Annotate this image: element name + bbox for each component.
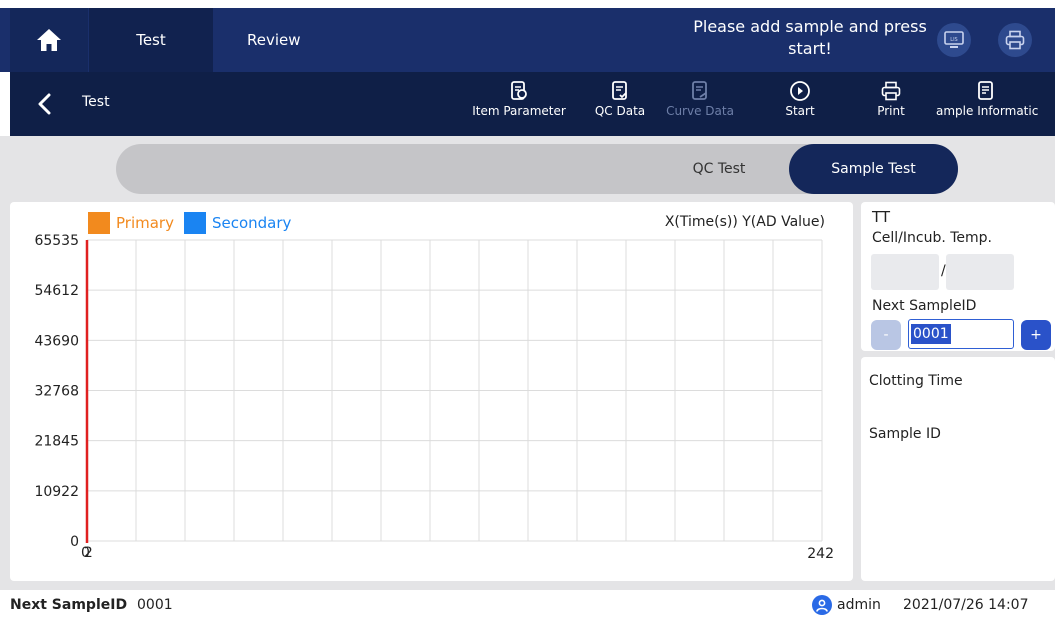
- item-parameter-icon: [511, 81, 527, 100]
- datetime: 2021/07/26 14:07: [903, 597, 1029, 613]
- item-parameter-button[interactable]: Item Parameter: [465, 80, 573, 130]
- chart-panel: Primary Secondary X(Time(s)) Y(AD Value)…: [10, 202, 853, 581]
- sample-information-button[interactable]: ample Informatic: [928, 80, 1055, 130]
- item-parameter-label: Item Parameter: [472, 104, 566, 118]
- print-button[interactable]: Print: [866, 80, 916, 130]
- sample-information-label: ample Informatic: [936, 104, 1039, 118]
- home-button[interactable]: [10, 8, 88, 72]
- result-panel: Clotting Time Sample ID: [861, 357, 1055, 581]
- header-print-button[interactable]: [998, 23, 1032, 57]
- x-tick-label: 242: [807, 546, 834, 562]
- y-tick-label: 54612: [34, 283, 79, 299]
- tab-sample-test[interactable]: Sample Test: [789, 144, 958, 194]
- printer-icon: [1005, 30, 1025, 50]
- content-area: QC Test Sample Test Primary Secondary X(…: [0, 136, 1055, 621]
- y-tick-label: 32768: [34, 384, 79, 400]
- print-label: Print: [877, 104, 905, 118]
- curve-data-button[interactable]: Curve Data: [660, 80, 740, 130]
- start-icon: [790, 81, 810, 101]
- next-sample-id-input[interactable]: 0001: [908, 319, 1014, 349]
- sample-id-decrement-button[interactable]: -: [871, 320, 901, 350]
- x-tick-label: 02: [81, 545, 92, 561]
- current-user[interactable]: admin: [837, 597, 881, 613]
- tab-qc-test[interactable]: QC Test: [649, 144, 789, 194]
- y-tick-label: 21845: [34, 434, 79, 450]
- sample-id-increment-button[interactable]: +: [1021, 320, 1051, 350]
- lis-button[interactable]: LIS: [937, 23, 971, 57]
- back-button[interactable]: [32, 90, 56, 118]
- toolbar-title: Test: [82, 94, 110, 110]
- svg-text:LIS: LIS: [950, 37, 957, 43]
- header: Test Review Please add sample and press …: [0, 8, 1055, 72]
- y-tick-label: 0: [70, 534, 79, 550]
- test-info-panel: TT Cell/Incub. Temp. / Next SampleID - 0…: [861, 202, 1055, 351]
- y-tick-label: 65535: [34, 233, 79, 249]
- curve-data-icon: [692, 81, 707, 100]
- temp-label: Cell/Incub. Temp.: [872, 230, 993, 246]
- toolbar: Test Item Parameter QC Data Curve Data S…: [10, 72, 1055, 136]
- footer: Next SampleID 0001 admin 2021/07/26 14:0…: [0, 590, 1055, 621]
- sample-id-label: Sample ID: [869, 426, 941, 442]
- user-icon: [812, 595, 832, 615]
- qc-data-icon: [612, 81, 627, 100]
- curve-chart: 65535 54612 43690 32768 21845 10922 002 242: [34, 233, 834, 562]
- temp-separator: /: [941, 263, 946, 279]
- footer-next-sample-value: 0001: [137, 597, 173, 613]
- incub-temp-field: [946, 254, 1014, 290]
- next-sample-id-value: 0001: [911, 324, 951, 344]
- test-item-name: TT: [872, 208, 891, 226]
- mode-switch: QC Test Sample Test: [116, 144, 958, 194]
- status-message: Please add sample and press start!: [693, 17, 927, 58]
- start-button[interactable]: Start: [775, 80, 825, 130]
- home-icon: [37, 29, 61, 51]
- y-tick-label: 10922: [34, 484, 79, 500]
- chevron-left-icon: [38, 93, 51, 115]
- sample-information-icon: [978, 81, 993, 100]
- footer-next-sample-label: Next SampleID: [10, 597, 128, 613]
- top-strip: [0, 0, 1055, 8]
- cell-temp-field: [871, 254, 939, 290]
- lis-icon: LIS: [944, 31, 964, 48]
- next-sample-id-label: Next SampleID: [872, 298, 977, 314]
- curve-data-label: Curve Data: [666, 104, 734, 118]
- clotting-time-label: Clotting Time: [869, 373, 963, 389]
- tab-review[interactable]: Review: [213, 8, 337, 72]
- y-tick-label: 43690: [34, 333, 79, 349]
- qc-data-label: QC Data: [594, 104, 646, 118]
- start-label: Start: [785, 104, 815, 118]
- tab-test[interactable]: Test: [89, 8, 213, 72]
- print-icon: [881, 81, 901, 101]
- qc-data-button[interactable]: QC Data: [585, 80, 655, 130]
